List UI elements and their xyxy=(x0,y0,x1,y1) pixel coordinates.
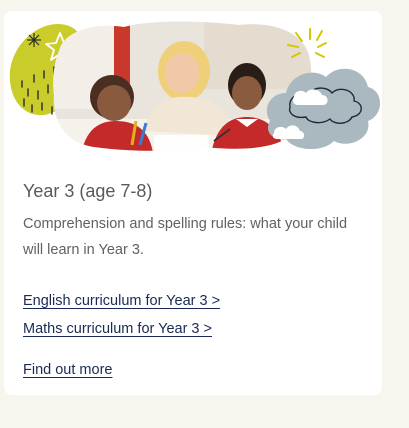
classroom-photo xyxy=(53,21,312,151)
card-content: Year 3 (age 7-8) Comprehension and spell… xyxy=(23,179,368,382)
card-illustration xyxy=(4,11,382,171)
maths-curriculum-link[interactable]: Maths curriculum for Year 3 > xyxy=(23,315,368,343)
illustration-art xyxy=(9,21,380,151)
card-description: Comprehension and spelling rules: what y… xyxy=(23,216,348,258)
curriculum-links: English curriculum for Year 3 > Maths cu… xyxy=(23,287,368,343)
card-title: Year 3 (age 7-8) xyxy=(23,181,153,201)
english-curriculum-link[interactable]: English curriculum for Year 3 > xyxy=(23,287,368,315)
year-card: Year 3 (age 7-8) Comprehension and spell… xyxy=(4,11,382,395)
find-out-more-link[interactable]: Find out more xyxy=(23,358,368,382)
